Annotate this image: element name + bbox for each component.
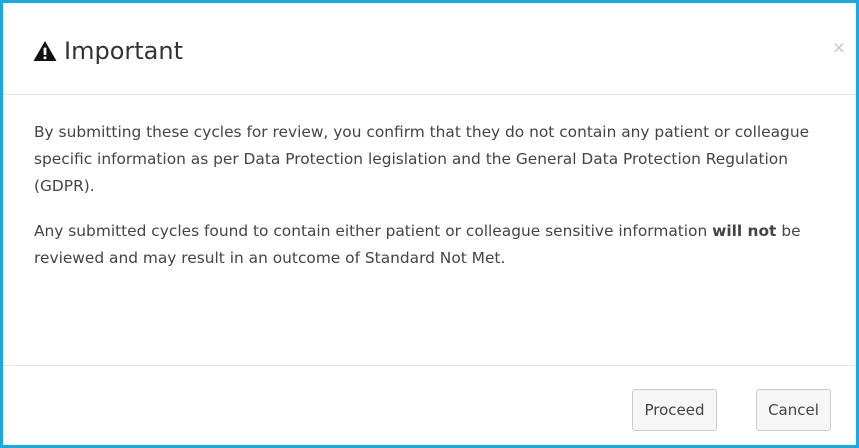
warning-paragraph: Any submitted cycles found to contain ei… [34, 218, 834, 272]
warning-text-emphasis: will not [712, 222, 777, 240]
dialog-title-text: Important [64, 37, 183, 65]
dialog-footer: Proceed Cancel [3, 365, 856, 445]
warning-icon [33, 41, 57, 61]
warning-text-start: Any submitted cycles found to contain ei… [34, 222, 713, 240]
important-dialog: Important × By submitting these cycles f… [0, 0, 859, 448]
proceed-button[interactable]: Proceed [632, 389, 717, 431]
dialog-body: By submitting these cycles for review, y… [34, 119, 834, 272]
dialog-title: Important [33, 35, 183, 67]
close-icon[interactable]: × [832, 39, 846, 57]
cancel-button[interactable]: Cancel [756, 389, 831, 431]
confirmation-paragraph: By submitting these cycles for review, y… [34, 123, 810, 195]
dialog-header: Important × [3, 3, 856, 95]
